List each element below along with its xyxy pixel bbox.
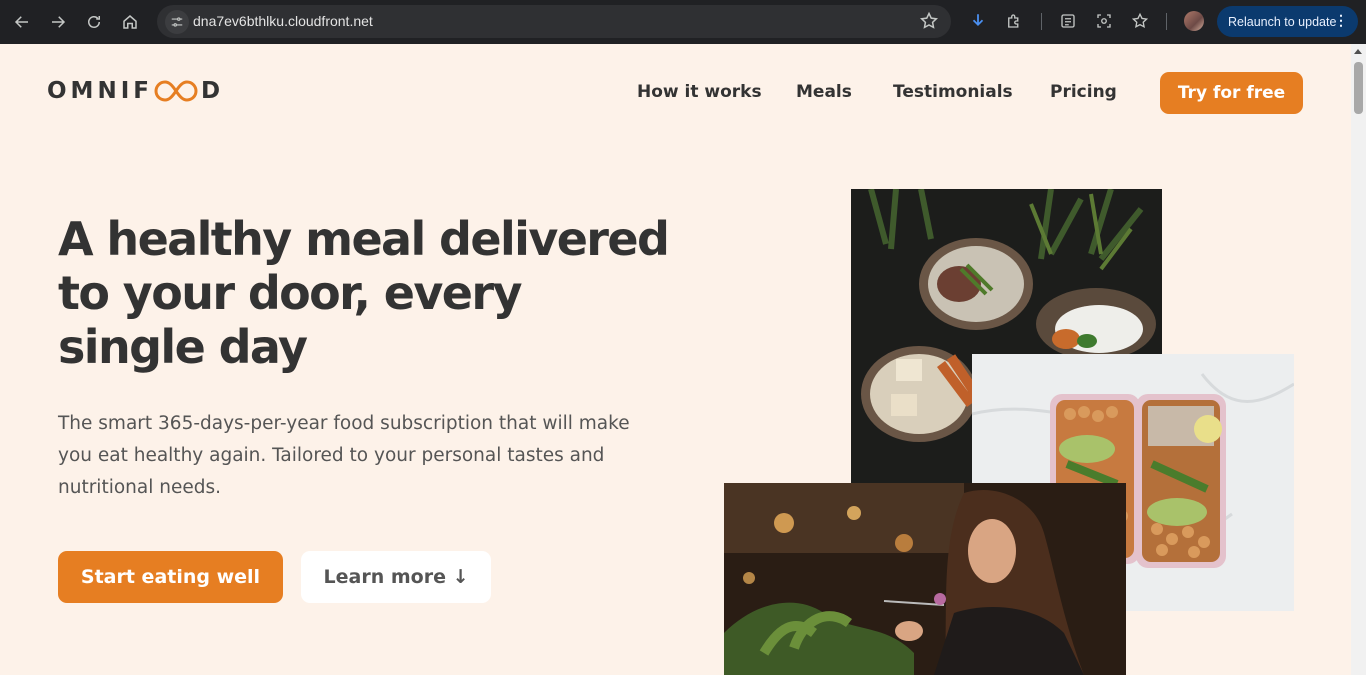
logo-text-right: D	[200, 78, 225, 104]
browser-toolbar: dna7ev6bthlku.cloudfront.net Relaunch to…	[0, 0, 1366, 44]
profile-avatar[interactable]	[1184, 11, 1204, 31]
toolbar-divider	[1166, 13, 1167, 30]
nav-link-meals[interactable]: Meals	[796, 82, 852, 102]
bookmark-star-icon[interactable]	[919, 11, 939, 35]
infinity-logo-icon	[154, 80, 198, 102]
page-scrollbar[interactable]	[1351, 44, 1366, 675]
download-icon[interactable]	[967, 10, 989, 32]
bookmarks-icon[interactable]	[1129, 10, 1151, 32]
screenshot-icon[interactable]	[1093, 10, 1115, 32]
relaunch-label: Relaunch to update	[1228, 14, 1337, 29]
reload-icon[interactable]	[80, 8, 108, 36]
try-for-free-button[interactable]: Try for free	[1160, 72, 1303, 114]
omnifood-logo[interactable]: OMNIF D	[47, 78, 224, 104]
back-icon[interactable]	[8, 8, 36, 36]
address-bar[interactable]: dna7ev6bthlku.cloudfront.net	[157, 5, 951, 38]
nav-link-pricing[interactable]: Pricing	[1050, 82, 1117, 102]
forward-icon[interactable]	[44, 8, 72, 36]
reading-list-icon[interactable]	[1057, 10, 1079, 32]
menu-dots-icon[interactable]: ⋮	[1334, 13, 1348, 28]
nav-link-how-it-works[interactable]: How it works	[637, 82, 762, 102]
hero-description: The smart 365-days-per-year food subscri…	[58, 413, 630, 498]
woman-eating-image	[724, 483, 1126, 675]
url-text[interactable]: dna7ev6bthlku.cloudfront.net	[193, 13, 373, 29]
learn-more-button[interactable]: Learn more ↓	[301, 551, 491, 603]
site-settings-icon[interactable]	[165, 10, 189, 34]
hero-title: A healthy meal delivered to your door, e…	[58, 212, 670, 374]
scroll-up-arrow-icon[interactable]	[1354, 49, 1362, 54]
start-eating-well-button[interactable]: Start eating well	[58, 551, 283, 603]
logo-text-left: OMNIF	[47, 78, 153, 104]
extensions-icon[interactable]	[1003, 10, 1025, 32]
nav-link-testimonials[interactable]: Testimonials	[893, 82, 1013, 102]
toolbar-divider	[1041, 13, 1042, 30]
relaunch-button[interactable]: Relaunch to update ⋮	[1217, 6, 1358, 37]
home-icon[interactable]	[116, 8, 144, 36]
scrollbar-thumb[interactable]	[1354, 62, 1363, 114]
